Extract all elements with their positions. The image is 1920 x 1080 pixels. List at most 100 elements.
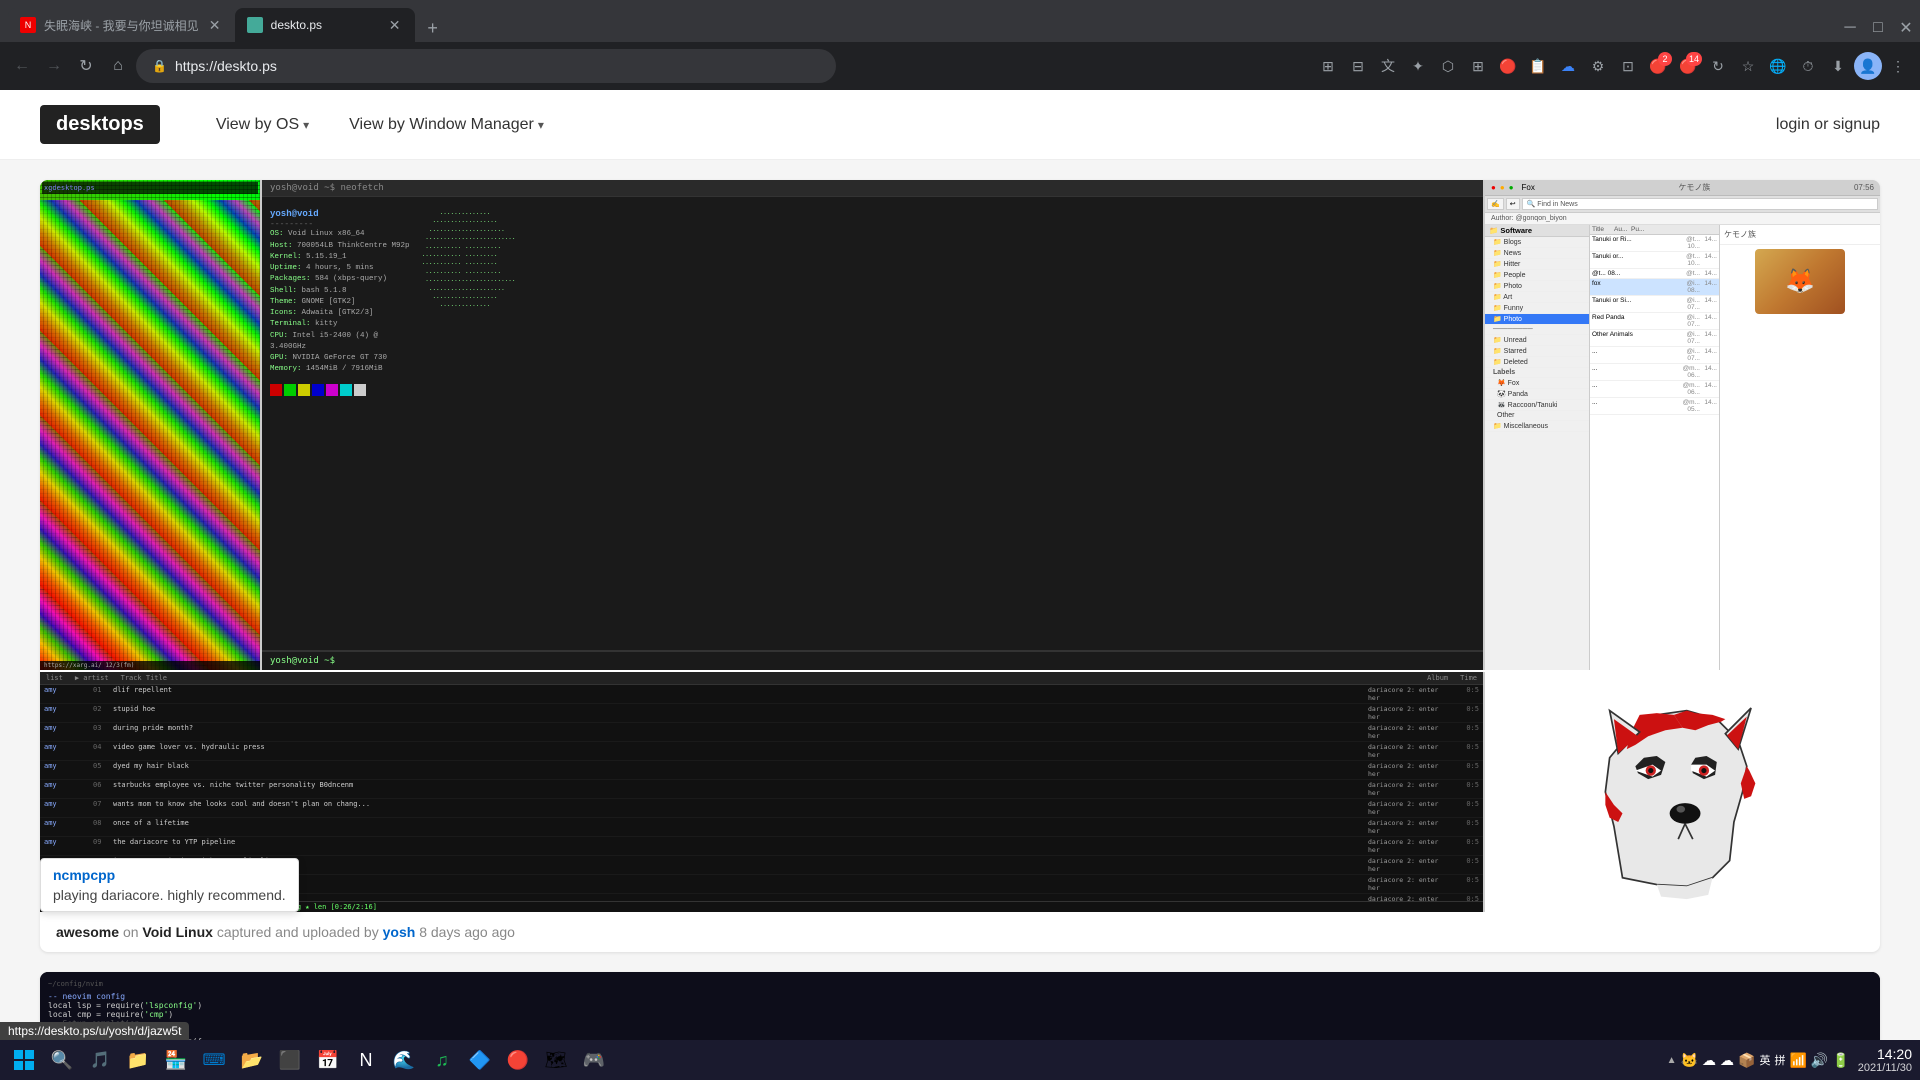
clock-time: 14:20 [1858,1046,1912,1062]
taskbar-icon-red[interactable]: 🔴 [500,1042,536,1078]
ext-icon-3[interactable]: 文 [1374,52,1402,80]
ext-icon-1[interactable]: ⊞ [1314,52,1342,80]
taskbar-icon-maps[interactable]: 🗺 [538,1042,574,1078]
site-logo[interactable]: desktops [40,105,160,144]
taskbar-pinned-icons: 🔍 🎵 📁 🏪 ⌨ 📂 ⬛ 📅 N 🌊 ♫ 🔷 🔴 🗺 🎮 [44,1042,612,1078]
screenshots-row2: list▶ artistTrack TitleAlbumTime amy01dl… [40,672,1880,912]
captured-by-text: captured and uploaded by [217,924,383,940]
lock-icon: 🔒 [152,59,167,73]
tray-speaker[interactable]: 🔊 [1811,1052,1828,1069]
status-url-text: https://deskto.ps/u/yosh/d/jazw5t [8,1024,181,1038]
ext-icon-4[interactable]: ✦ [1404,52,1432,80]
taskbar-icon-edge[interactable]: 🔷 [462,1042,498,1078]
ext-icon-6[interactable]: ⊞ [1464,52,1492,80]
window-minimize[interactable]: ─ [1836,14,1864,42]
nav-label-os: View by OS [216,116,299,134]
taskbar-search[interactable]: 🔍 [44,1042,80,1078]
screenshots-container: xgdesktop.ps https://xarg.ai/ 12/3(fm) y… [40,180,1880,670]
nav-item-os[interactable]: View by OS ▾ [200,108,325,142]
ext-icon-16[interactable]: 🌐 [1764,52,1792,80]
taskbar: 🔍 🎵 📁 🏪 ⌨ 📂 ⬛ 📅 N 🌊 ♫ 🔷 🔴 🗺 🎮 ▲ 🐱 ☁ ☁ 📦 … [0,1040,1920,1080]
tray-icon-1[interactable]: 🐱 [1681,1052,1698,1069]
screenshot-wolf-art[interactable]: ● [PNG] Image, 796 × 1268 pixels] • Scal… [1485,672,1880,912]
forward-button[interactable]: → [40,52,68,80]
browser-toolbar: ← → ↻ ⌂ 🔒 https://deskto.ps ⊞ ⊟ 文 ✦ ⬡ ⊞ … [0,42,1920,90]
entry-description: awesome [56,924,119,940]
profile-button[interactable]: 👤 [1854,52,1882,80]
ext-icon-9[interactable]: ☁ [1554,52,1582,80]
main-content: xgdesktop.ps https://xarg.ai/ 12/3(fm) y… [0,160,1920,1040]
tray-ime[interactable]: 拼 [1774,1052,1785,1068]
time-ago: 8 days ago [419,924,488,940]
home-button[interactable]: ⌂ [104,52,132,80]
chevron-down-icon: ▾ [303,118,309,132]
system-tray: ▲ 🐱 ☁ ☁ 📦 英 拼 📶 🔊 🔋 [1667,1052,1850,1069]
nav-label-wm: View by Window Manager [349,116,534,134]
window-maximize[interactable]: □ [1864,14,1892,42]
tab-bar: N 失眠海峡 - 我要与你坦诚相见 ✕ deskto.ps ✕ + ─ □ ✕ [0,0,1920,42]
taskbar-icon-terminal[interactable]: ⬛ [272,1042,308,1078]
ext-icon-13[interactable]: 🔴14 [1674,52,1702,80]
taskbar-icon-notion[interactable]: N [348,1042,384,1078]
login-button[interactable]: login or signup [1776,116,1880,134]
tray-icon-dropbox[interactable]: 📦 [1738,1052,1755,1069]
tray-icon-2[interactable]: ☁ [1702,1052,1716,1069]
taskbar-icon-steam[interactable]: 🎮 [576,1042,612,1078]
screenshot-foxmail[interactable]: ● ● ● Fox ケモノ族 07:56 ✍ ↩ 🔍 Find in News [1485,180,1880,670]
taskbar-icon-code[interactable]: ⌨ [196,1042,232,1078]
tray-battery[interactable]: 🔋 [1832,1052,1849,1069]
ext-icon-12[interactable]: 🔴2 [1644,52,1672,80]
tray-wifi[interactable]: 📶 [1789,1052,1806,1069]
toolbar-extensions: ⊞ ⊟ 文 ✦ ⬡ ⊞ 🔴 📋 ☁ ⚙ ⊡ 🔴2 🔴14 ↻ ☆ 🌐 ⏱ ⬇ 👤… [1314,52,1912,80]
browser-chrome: N 失眠海峡 - 我要与你坦诚相见 ✕ deskto.ps ✕ + ─ □ ✕ … [0,0,1920,90]
screenshot-terminal[interactable]: yosh@void ~$ neofetch yosh@void --------… [262,180,1483,670]
menu-button[interactable]: ⋮ [1884,52,1912,80]
ext-icon-8[interactable]: 📋 [1524,52,1552,80]
second-entry-screenshot[interactable]: ~/config/nvim -- neovim config local lsp… [40,972,1880,1040]
taskbar-icon-browser[interactable]: 🌊 [386,1042,422,1078]
back-button[interactable]: ← [8,52,36,80]
taskbar-right-area: ▲ 🐱 ☁ ☁ 📦 英 拼 📶 🔊 🔋 14:20 2021/11/30 [1667,1046,1912,1074]
ext-icon-11[interactable]: ⊡ [1614,52,1642,80]
taskbar-icon-calendar[interactable]: 📅 [310,1042,346,1078]
clock-date: 2021/11/30 [1858,1062,1912,1074]
refresh-button[interactable]: ↻ [72,52,100,80]
ext-icon-10[interactable]: ⚙ [1584,52,1612,80]
taskbar-icon-spotify[interactable]: ♫ [424,1042,460,1078]
start-button[interactable] [8,1044,40,1076]
taskbar-icon-files[interactable]: 📂 [234,1042,270,1078]
captured-text: on [123,924,142,940]
taskbar-icon-folder[interactable]: 📁 [120,1042,156,1078]
ext-icon-5[interactable]: ⬡ [1434,52,1462,80]
browser-tab-active[interactable]: deskto.ps ✕ [235,8,415,42]
tray-expand[interactable]: ▲ [1667,1055,1677,1066]
screenshot-glitch[interactable]: xgdesktop.ps https://xarg.ai/ 12/3(fm) [40,180,260,670]
window-close[interactable]: ✕ [1892,14,1920,42]
tray-lang[interactable]: 英 [1759,1052,1770,1068]
tab-close-active[interactable]: ✕ [387,17,403,33]
address-bar[interactable]: 🔒 https://deskto.ps [136,49,836,83]
desktop-entry-2: ~/config/nvim -- neovim config local lsp… [40,972,1880,1040]
site-header: desktops View by OS ▾ View by Window Man… [0,90,1920,160]
tab-title-active: deskto.ps [271,18,379,32]
comment-username[interactable]: ncmpcpp [53,867,115,883]
status-bar: https://deskto.ps/u/yosh/d/jazw5t [0,1022,189,1040]
tab-title-inactive: 失眠海峡 - 我要与你坦诚相见 [44,17,199,34]
entry-user-link[interactable]: yosh [383,924,416,940]
taskbar-icon-store[interactable]: 🏪 [158,1042,194,1078]
tab-close-inactive[interactable]: ✕ [207,17,223,33]
taskbar-clock[interactable]: 14:20 2021/11/30 [1858,1046,1912,1074]
site-nav: View by OS ▾ View by Window Manager ▾ [200,108,560,142]
browser-tab-inactive[interactable]: N 失眠海峡 - 我要与你坦诚相见 ✕ [8,8,235,42]
tray-icon-3[interactable]: ☁ [1720,1052,1734,1069]
comment-text: playing dariacore. highly recommend. [53,887,286,903]
nav-item-wm[interactable]: View by Window Manager ▾ [333,108,560,142]
taskbar-icon-orange[interactable]: 🎵 [82,1042,118,1078]
ext-icon-18[interactable]: ⬇ [1824,52,1852,80]
new-tab-button[interactable]: + [419,14,447,42]
ext-icon-15[interactable]: ☆ [1734,52,1762,80]
ext-icon-17[interactable]: ⏱ [1794,52,1822,80]
ext-icon-14[interactable]: ↻ [1704,52,1732,80]
ext-icon-7[interactable]: 🔴 [1494,52,1522,80]
ext-icon-2[interactable]: ⊟ [1344,52,1372,80]
